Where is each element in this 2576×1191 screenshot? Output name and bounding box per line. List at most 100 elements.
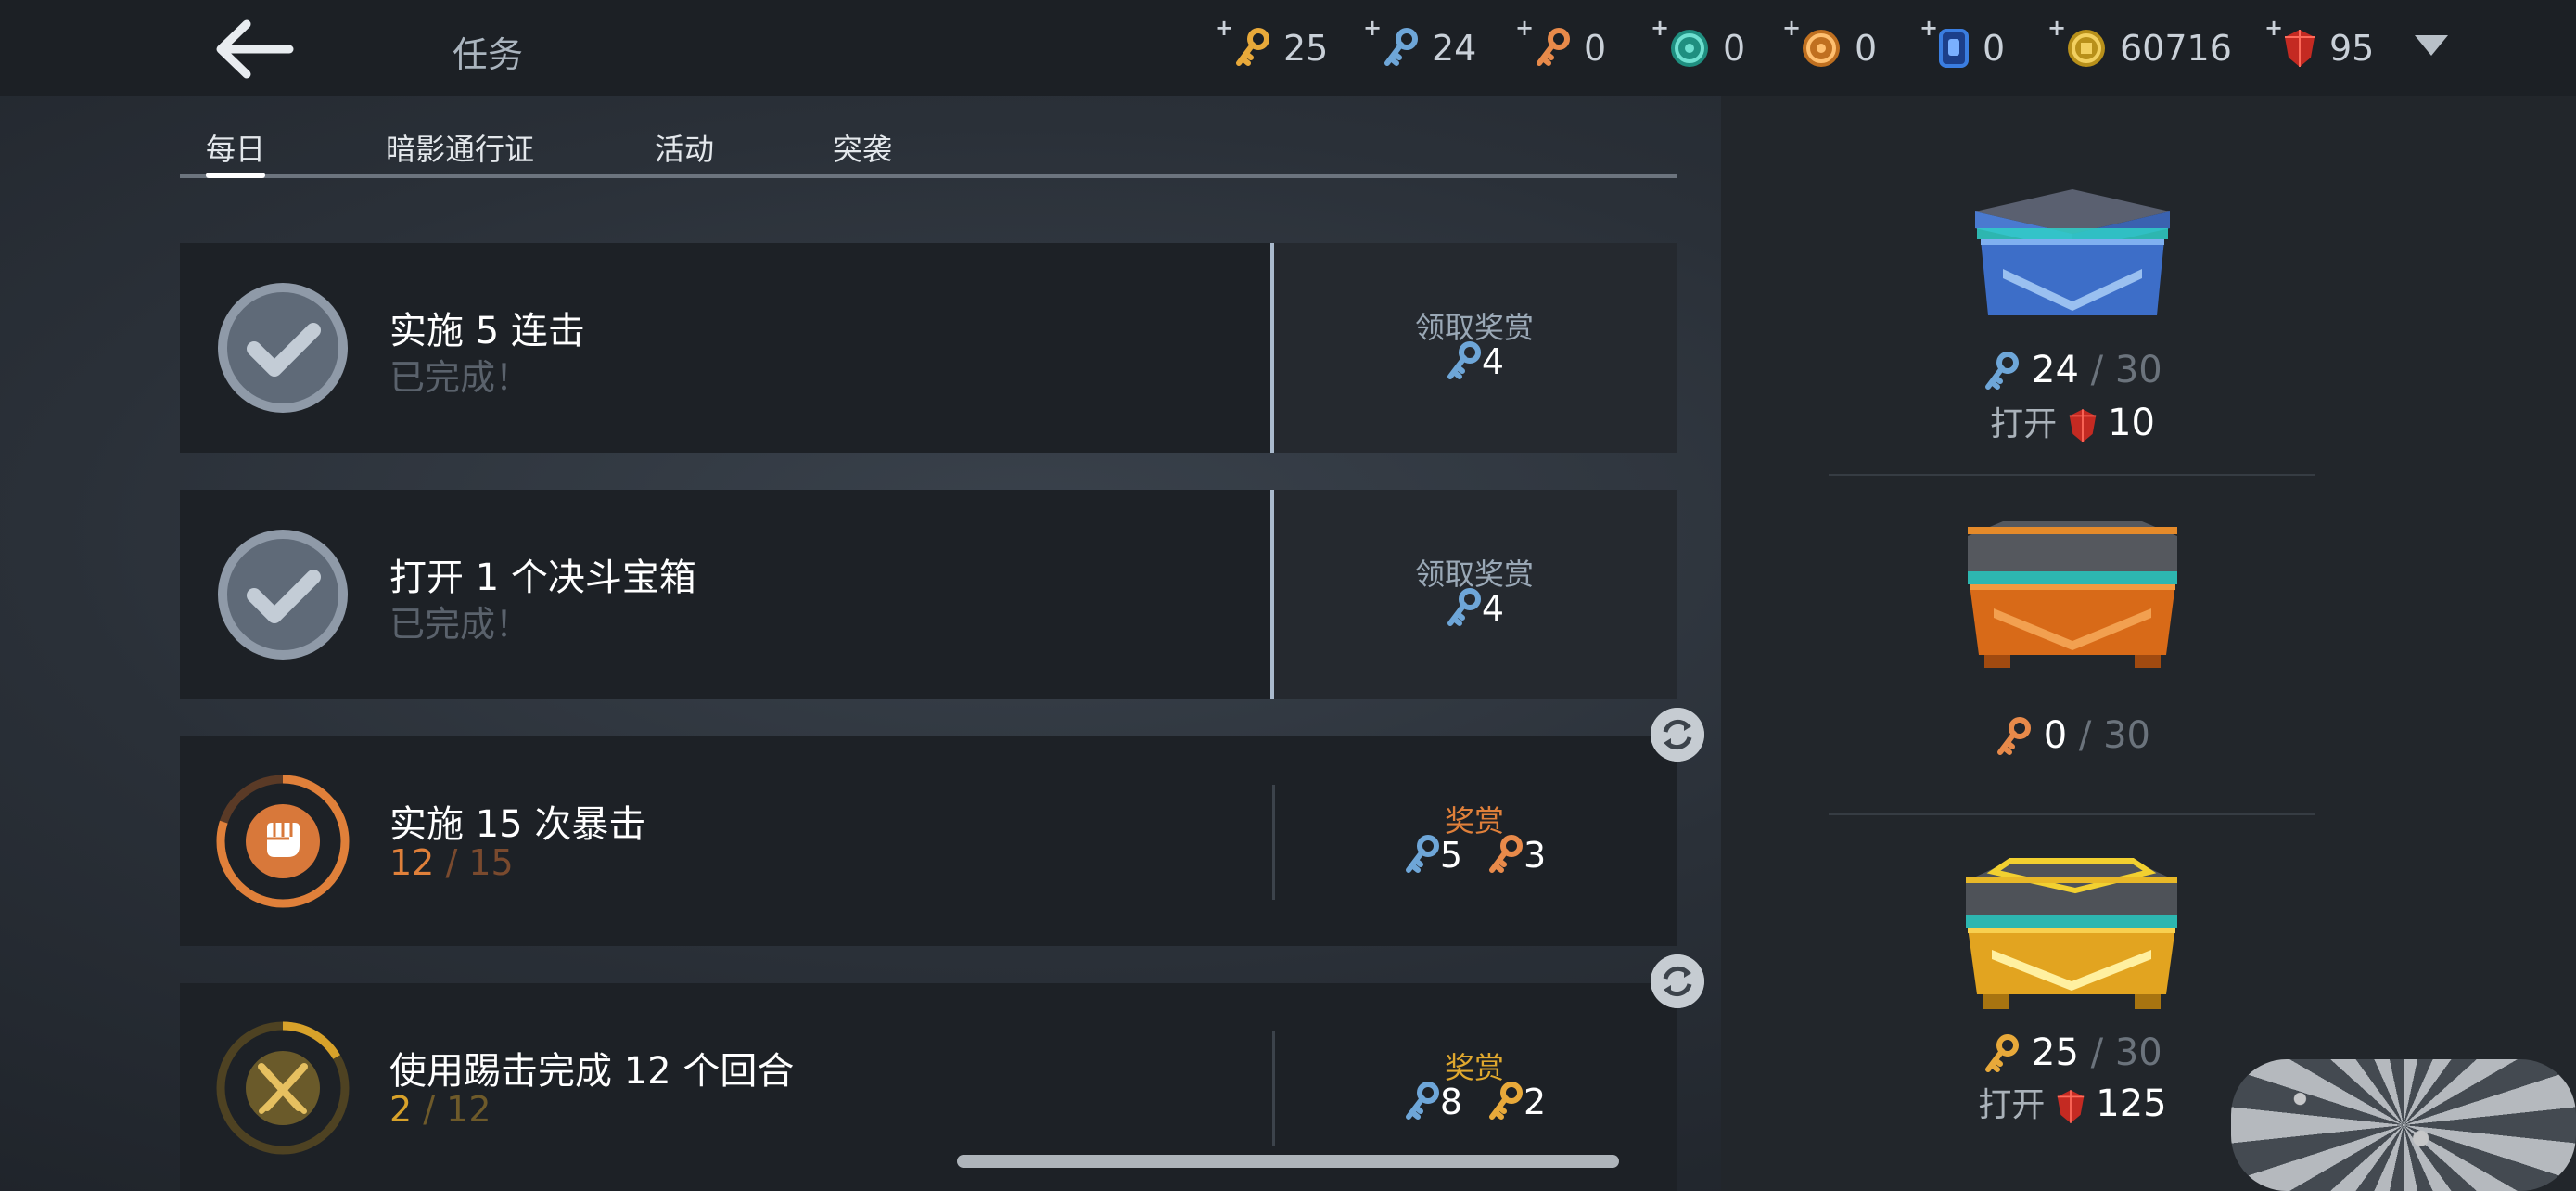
blue-key-icon bbox=[1985, 352, 2020, 390]
add-plus[interactable]: + bbox=[2047, 15, 2066, 41]
currency-blue-card[interactable]: + 0 bbox=[1919, 15, 2005, 76]
reward-items: 4 bbox=[1272, 588, 1677, 629]
reward-amount: 5 bbox=[1439, 835, 1462, 876]
task-title: 使用踢击完成 12 个回合 bbox=[389, 1050, 795, 1093]
ruby-icon bbox=[2285, 30, 2315, 67]
chest-max: 30 bbox=[2103, 714, 2150, 757]
open-cost: 125 bbox=[2096, 1082, 2167, 1125]
tab-daily[interactable]: 每日 bbox=[206, 126, 265, 169]
gold-chest-icon[interactable] bbox=[1955, 853, 2188, 1013]
active-tab-indicator bbox=[206, 173, 265, 178]
reward-amount: 8 bbox=[1439, 1082, 1462, 1122]
task-status: 已完成！ bbox=[389, 604, 531, 645]
task-card: 打开 1 个决斗宝箱 已完成！ 领取奖赏 4 bbox=[180, 490, 1677, 699]
reward-item: 5 bbox=[1403, 835, 1462, 876]
reward-amount: 3 bbox=[1524, 835, 1547, 876]
currency-value: 60716 bbox=[2120, 28, 2232, 69]
progress-current: 2 bbox=[389, 1089, 413, 1130]
currency-coins[interactable]: + 60716 bbox=[2047, 15, 2232, 76]
chest-key-count: 0 / 30 bbox=[1721, 714, 2424, 758]
reward-item: 2 bbox=[1486, 1082, 1546, 1122]
chest-separator-line bbox=[1829, 474, 2315, 476]
open-label: 打开 bbox=[1978, 1086, 2046, 1124]
currency-orange-keys[interactable]: + 0 bbox=[1515, 15, 1607, 76]
orange-key-icon bbox=[1997, 717, 2031, 755]
chest-max: 30 bbox=[2114, 1031, 2162, 1074]
blue-chest-icon[interactable] bbox=[1966, 186, 2179, 325]
open-chest-button[interactable]: 打开 10 bbox=[1721, 397, 2424, 445]
ruby-icon bbox=[2057, 1090, 2085, 1123]
blue-card-icon bbox=[1939, 29, 1969, 68]
chest-current: 0 bbox=[2043, 714, 2068, 757]
currency-value: 0 bbox=[1855, 28, 1878, 69]
reward-amount: 4 bbox=[1481, 588, 1505, 629]
progress-total: 12 bbox=[446, 1089, 491, 1130]
reward-amount: 4 bbox=[1481, 341, 1505, 382]
blurred-overlay bbox=[2231, 1059, 2576, 1191]
reward-items: 5 3 bbox=[1272, 835, 1677, 876]
page-title: 任务 bbox=[453, 34, 524, 75]
crossed-swords-icon bbox=[216, 1021, 350, 1155]
chest-max: 30 bbox=[2114, 349, 2162, 391]
orange-orb-icon bbox=[1803, 30, 1840, 67]
back-arrow-icon[interactable] bbox=[211, 19, 295, 80]
orange-key-icon bbox=[1489, 835, 1523, 873]
currency-orange-orb[interactable]: + 0 bbox=[1782, 15, 1878, 76]
add-plus[interactable]: + bbox=[1515, 15, 1534, 41]
currency-blue-keys[interactable]: + 24 bbox=[1363, 15, 1476, 76]
gold-key-icon bbox=[1236, 28, 1269, 66]
horizontal-scrollbar[interactable] bbox=[957, 1155, 1619, 1168]
reward-amount: 2 bbox=[1524, 1082, 1547, 1122]
task-card: 实施 5 连击 已完成！ 领取奖赏 4 bbox=[180, 243, 1677, 453]
currency-gold-keys[interactable]: + 25 bbox=[1215, 15, 1328, 76]
chest-separator-line bbox=[1829, 813, 2315, 815]
check-circle-icon bbox=[218, 530, 348, 660]
add-plus[interactable]: + bbox=[2264, 15, 2283, 41]
blue-key-icon bbox=[1405, 835, 1439, 873]
open-cost: 10 bbox=[2108, 402, 2155, 444]
task-title: 实施 15 次暴击 bbox=[389, 803, 646, 846]
blue-key-icon bbox=[1384, 28, 1418, 66]
add-plus[interactable]: + bbox=[1363, 15, 1382, 41]
progress-separator: / bbox=[412, 1089, 447, 1130]
chest-separator: / bbox=[2078, 349, 2115, 391]
progress-current: 12 bbox=[389, 842, 435, 883]
chest-separator: / bbox=[2078, 1031, 2115, 1074]
refresh-icon[interactable] bbox=[1651, 954, 1704, 1008]
add-plus[interactable]: + bbox=[1782, 15, 1801, 41]
tab-shadow-pass[interactable]: 暗影通行证 bbox=[386, 126, 534, 169]
add-plus[interactable]: + bbox=[1919, 15, 1938, 41]
reward-item: 3 bbox=[1486, 835, 1546, 876]
gold-key-icon bbox=[1985, 1034, 2020, 1072]
currency-value: 95 bbox=[2329, 28, 2375, 69]
currency-teal-orb[interactable]: + 0 bbox=[1651, 15, 1746, 76]
fist-icon bbox=[216, 775, 350, 908]
blue-key-icon bbox=[1405, 1082, 1439, 1120]
blue-key-icon bbox=[1447, 341, 1481, 379]
reward-item: 4 bbox=[1445, 588, 1504, 629]
orange-key-icon bbox=[1537, 28, 1570, 66]
reward-item: 4 bbox=[1445, 341, 1504, 382]
teal-orb-icon bbox=[1671, 30, 1708, 67]
refresh-icon[interactable] bbox=[1651, 708, 1704, 762]
check-circle-icon bbox=[218, 283, 348, 413]
add-plus[interactable]: + bbox=[1215, 15, 1233, 41]
tab-events[interactable]: 活动 bbox=[655, 126, 714, 169]
chest-separator: / bbox=[2067, 714, 2104, 757]
reward-items: 4 bbox=[1272, 341, 1677, 382]
currency-value: 0 bbox=[1723, 28, 1746, 69]
task-title: 打开 1 个决斗宝箱 bbox=[389, 557, 696, 599]
add-plus[interactable]: + bbox=[1651, 15, 1669, 41]
task-progress: 2 / 12 bbox=[389, 1089, 491, 1130]
orange-chest-icon[interactable] bbox=[1957, 516, 2188, 672]
open-label: 打开 bbox=[1990, 405, 2058, 443]
tab-raids[interactable]: 突袭 bbox=[833, 126, 892, 169]
task-title: 实施 5 连击 bbox=[389, 310, 585, 352]
coin-icon bbox=[2068, 30, 2105, 67]
reward-item: 8 bbox=[1403, 1082, 1462, 1122]
currency-rubies[interactable]: + 95 bbox=[2264, 15, 2375, 76]
blue-key-icon bbox=[1447, 588, 1481, 626]
dropdown-triangle-icon[interactable] bbox=[2415, 35, 2448, 56]
progress-total: 15 bbox=[468, 842, 514, 883]
currency-value: 0 bbox=[1584, 28, 1607, 69]
